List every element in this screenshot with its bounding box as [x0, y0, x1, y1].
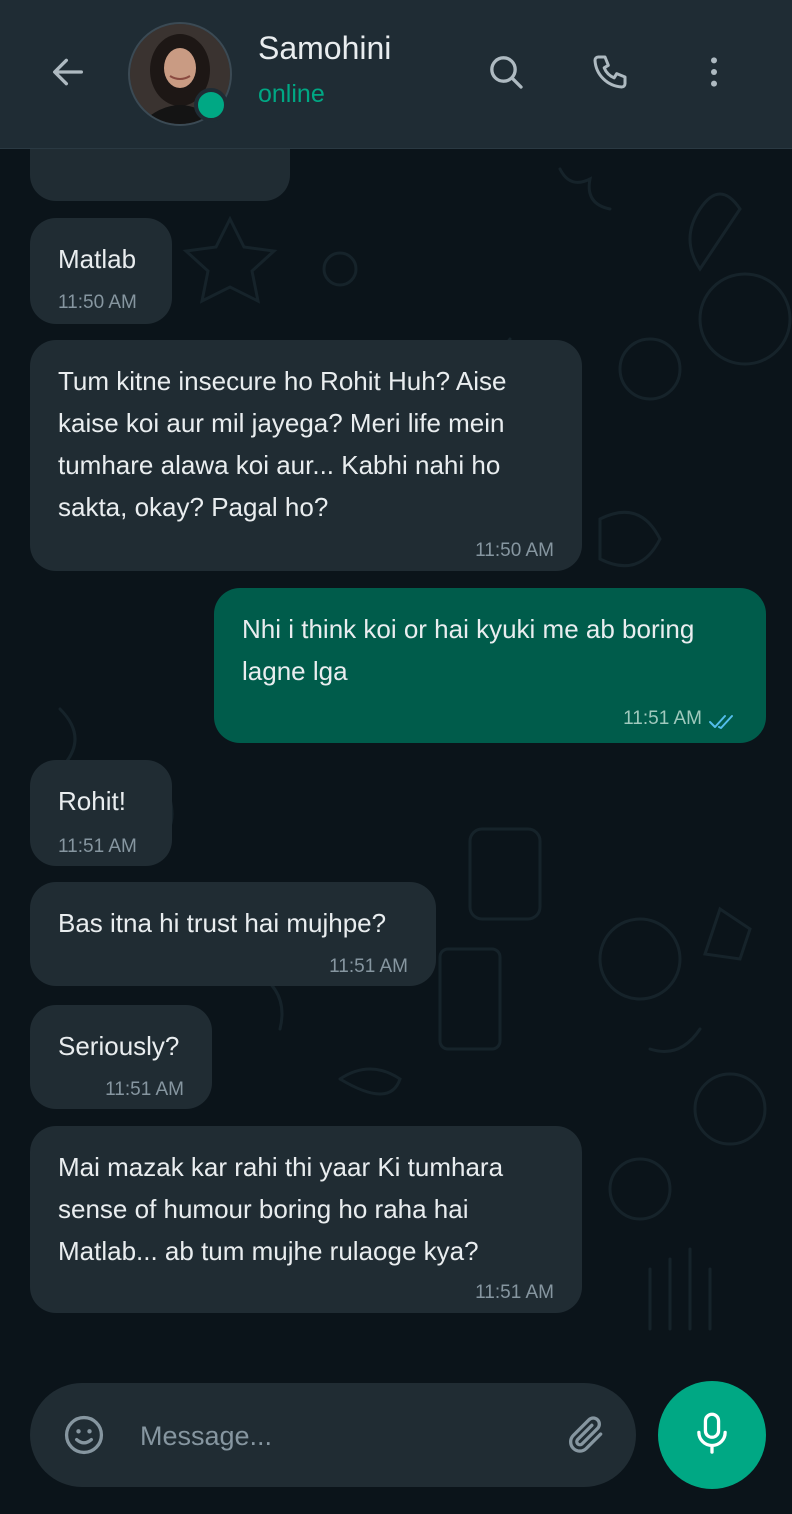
- message-bubble-outgoing[interactable]: Nhi i think koi or hai kyuki me ab borin…: [214, 588, 766, 743]
- message-time: 11:51 AM: [105, 1079, 184, 1100]
- more-vertical-icon[interactable]: [694, 50, 734, 94]
- chat-header: Samohini online: [0, 0, 792, 149]
- message-text: Matlab: [58, 244, 137, 274]
- message-time: 11:50 AM: [475, 540, 554, 561]
- composer: [0, 1365, 792, 1514]
- read-receipt-icon: [708, 701, 738, 729]
- phone-icon[interactable]: [590, 50, 630, 94]
- message-bubble-incoming[interactable]: Mai mazak kar rahi thi yaar Ki tumhara s…: [30, 1126, 582, 1313]
- message-time: 11:50 AM: [178, 149, 257, 163]
- mic-button[interactable]: [658, 1381, 766, 1489]
- message-text: Rohit!: [58, 786, 126, 816]
- message-text: Seriously?: [58, 1031, 180, 1061]
- message-text: Mai mazak kar rahi thi yaar Ki tumhara s…: [58, 1152, 504, 1266]
- message-bubble-incoming[interactable]: Seriously? 11:51 AM: [30, 1005, 212, 1109]
- message-list[interactable]: 11:50 AM Matlab 11:50 AM Tum kitne insec…: [0, 149, 792, 1365]
- message-time: 11:51 AM: [329, 956, 408, 977]
- message-time: 11:51 AM: [58, 836, 137, 857]
- message-input-bar: [30, 1383, 636, 1487]
- online-indicator: [194, 88, 228, 122]
- emoji-icon[interactable]: [62, 1413, 106, 1457]
- message-time: 11:51 AM: [475, 1282, 554, 1303]
- contact-status: online: [258, 80, 325, 108]
- message-bubble-incoming[interactable]: Rohit! 11:51 AM: [30, 760, 172, 866]
- message-bubble-incoming[interactable]: Matlab 11:50 AM: [30, 218, 172, 324]
- message-bubble-incoming[interactable]: 11:50 AM: [30, 149, 290, 201]
- contact-name[interactable]: Samohini: [258, 30, 391, 67]
- attach-icon[interactable]: [564, 1413, 608, 1457]
- message-time: 11:50 AM: [58, 292, 137, 313]
- search-icon[interactable]: [486, 50, 526, 94]
- message-text: Nhi i think koi or hai kyuki me ab borin…: [242, 614, 695, 686]
- message-text: Tum kitne insecure ho Rohit Huh? Aise ka…: [58, 366, 507, 522]
- mic-icon: [697, 1412, 727, 1454]
- message-input[interactable]: [138, 1407, 542, 1465]
- message-bubble-incoming[interactable]: Tum kitne insecure ho Rohit Huh? Aise ka…: [30, 340, 582, 571]
- message-bubble-incoming[interactable]: Bas itna hi trust hai mujhpe? 11:51 AM: [30, 882, 436, 986]
- back-arrow-icon[interactable]: [48, 52, 88, 92]
- message-time: 11:51 AM: [623, 708, 702, 729]
- message-text: Bas itna hi trust hai mujhpe?: [58, 908, 387, 938]
